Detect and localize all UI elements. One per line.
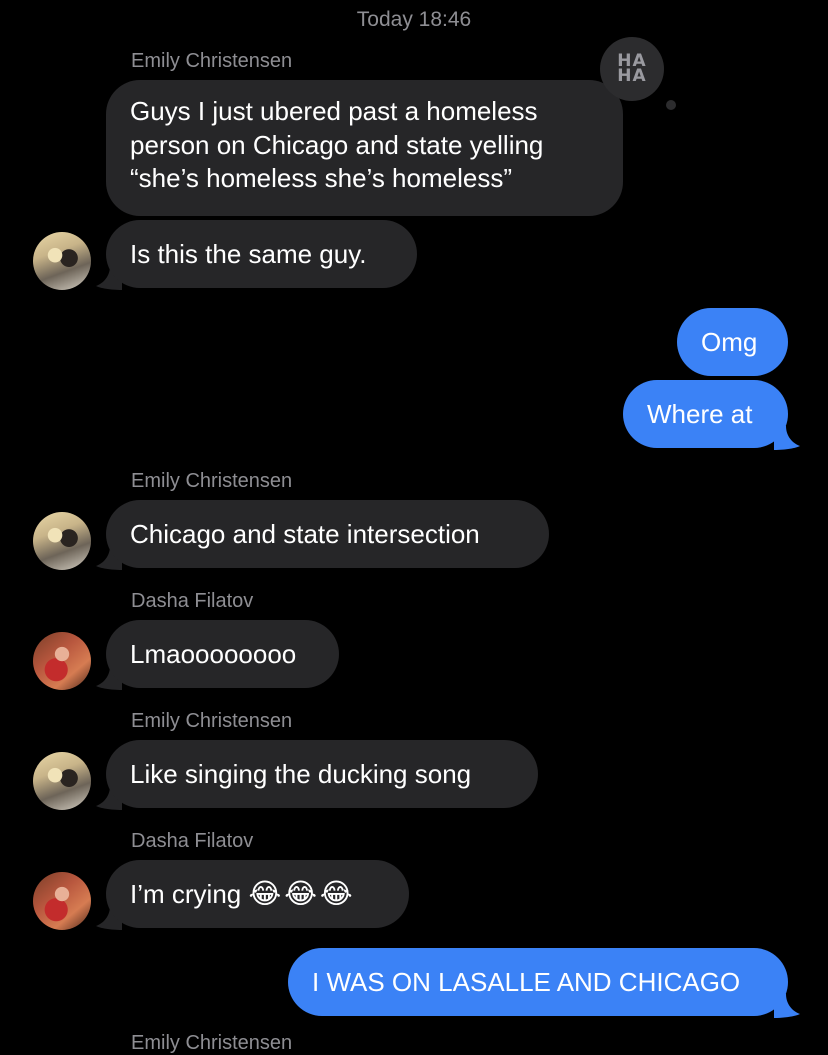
sender-name: Emily Christensen — [131, 50, 293, 72]
message-text: Omg — [701, 327, 758, 357]
sender-name: Dasha Filatov — [131, 590, 254, 612]
message-text: Chicago and state intersection — [130, 519, 480, 549]
message-text: Where at — [647, 399, 753, 429]
message-bubble[interactable]: Like singing the ducking song — [106, 740, 538, 808]
bubble-tail-icon — [774, 994, 800, 1018]
avatar[interactable] — [33, 632, 91, 690]
message-text: Like singing the ducking song — [130, 759, 472, 789]
message-bubble[interactable]: I WAS ON LASALLE AND CHICAGO — [288, 948, 788, 1016]
message-text: Is this the same guy. — [130, 239, 367, 269]
sender-name: Emily Christensen — [131, 710, 293, 732]
message-text: I WAS ON LASALLE AND CHICAGO — [312, 967, 741, 997]
avatar[interactable] — [33, 752, 91, 810]
haha-tapback-icon[interactable]: HA HA — [600, 37, 664, 101]
message-bubble[interactable]: Chicago and state intersection — [106, 500, 549, 568]
laughing-emoji-icon: 😂😂😂 — [248, 877, 356, 910]
message-bubble[interactable]: Is this the same guy. — [106, 220, 417, 288]
message-bubble[interactable]: I’m crying 😂😂😂 — [106, 860, 409, 928]
message-bubble[interactable]: Lmaoooooooo — [106, 620, 339, 688]
message-text-line: Guys I just ubered past a homeless — [130, 96, 538, 126]
avatar[interactable] — [33, 872, 91, 930]
avatar[interactable] — [33, 232, 91, 290]
message-text: Lmaoooooooo — [130, 639, 297, 669]
tapback-tail-dot — [666, 100, 676, 110]
message-text: I’m crying — [130, 879, 242, 909]
message-text-line: person on Chicago and state yelling — [130, 129, 544, 160]
message-bubble[interactable]: Omg — [677, 308, 788, 376]
bubble-tail-icon — [774, 426, 800, 450]
message-bubble[interactable]: Where at — [623, 380, 788, 448]
avatar[interactable] — [33, 512, 91, 570]
message-bubble[interactable]: Guys I just ubered past a homeless perso… — [106, 80, 623, 216]
sender-name: Dasha Filatov — [131, 830, 254, 852]
message-text-line: “she’s homeless she’s homeless” — [130, 163, 512, 193]
sender-name: Emily Christensen — [131, 470, 293, 492]
sender-name: Emily Christensen — [131, 1032, 293, 1054]
timestamp: Today 18:46 — [356, 8, 472, 31]
